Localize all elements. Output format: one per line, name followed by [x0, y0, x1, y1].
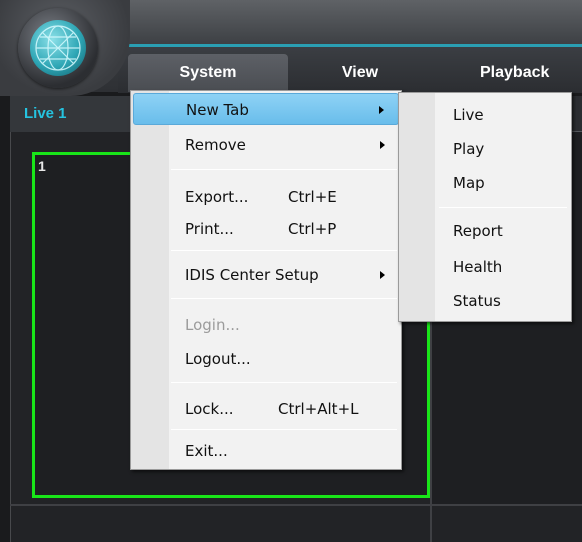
- menu-separator: [171, 429, 397, 430]
- menu-item-label: Live: [453, 106, 484, 124]
- menu-item-shortcut: Ctrl+E: [288, 188, 337, 206]
- menu-item-new-tab[interactable]: New Tab: [133, 93, 399, 125]
- camera-cell-1-label: 1: [38, 158, 46, 174]
- menu-item-label: Report: [453, 222, 503, 240]
- menu-item-label: Export...: [185, 188, 249, 206]
- menu-item-label: Lock...: [185, 400, 234, 418]
- globe-logo-icon[interactable]: [30, 20, 86, 76]
- menu-separator: [171, 382, 397, 383]
- menu-item-export[interactable]: Export... Ctrl+E: [133, 181, 399, 213]
- submenu-item-status[interactable]: Status: [401, 285, 569, 317]
- menu-item-login: Login...: [133, 309, 399, 341]
- menu-separator: [439, 207, 567, 208]
- menu-item-shortcut: Ctrl+Alt+L: [278, 400, 359, 418]
- submenu-item-report[interactable]: Report: [401, 215, 569, 247]
- menu-item-label: Logout...: [185, 350, 251, 368]
- menu-item-lock[interactable]: Lock... Ctrl+Alt+L: [133, 393, 399, 425]
- menu-item-label: Exit...: [185, 442, 228, 460]
- menu-item-label: Login...: [185, 316, 240, 334]
- menu-separator: [171, 298, 397, 299]
- tab-live-1[interactable]: Live 1: [10, 96, 130, 132]
- menu-separator: [171, 169, 397, 170]
- chevron-right-icon: [380, 271, 385, 279]
- menu-item-logout[interactable]: Logout...: [133, 343, 399, 375]
- menu-item-remove[interactable]: Remove: [133, 129, 399, 161]
- menu-item-label: Remove: [185, 136, 246, 154]
- menu-item-label: IDIS Center Setup: [185, 266, 319, 284]
- menubar-view[interactable]: View: [330, 54, 390, 92]
- chevron-right-icon: [380, 141, 385, 149]
- grid-divider-horizontal: [10, 504, 582, 506]
- submenu-item-play[interactable]: Play: [401, 133, 569, 165]
- menu-item-idis-center-setup[interactable]: IDIS Center Setup: [133, 259, 399, 291]
- menu-item-label: Status: [453, 292, 501, 310]
- system-menu: New Tab Remove Export... Ctrl+E Print...…: [130, 90, 402, 470]
- menubar-playback[interactable]: Playback: [480, 54, 582, 92]
- menu-item-exit[interactable]: Exit...: [133, 435, 399, 467]
- submenu-item-live[interactable]: Live: [401, 99, 569, 131]
- menu-item-label: Map: [453, 174, 485, 192]
- globe-logo-graphic: [35, 25, 81, 71]
- new-tab-submenu: Live Play Map Report Health Status: [398, 92, 572, 322]
- menu-item-label: New Tab: [186, 101, 249, 119]
- menu-separator: [171, 250, 397, 251]
- menu-item-shortcut: Ctrl+P: [288, 220, 337, 238]
- menu-item-print[interactable]: Print... Ctrl+P: [133, 213, 399, 245]
- menubar-system[interactable]: System: [128, 54, 288, 92]
- menu-item-label: Print...: [185, 220, 234, 238]
- chevron-right-icon: [379, 106, 384, 114]
- submenu-item-health[interactable]: Health: [401, 251, 569, 283]
- menu-item-label: Health: [453, 258, 503, 276]
- submenu-item-map[interactable]: Map: [401, 167, 569, 199]
- menu-item-label: Play: [453, 140, 485, 158]
